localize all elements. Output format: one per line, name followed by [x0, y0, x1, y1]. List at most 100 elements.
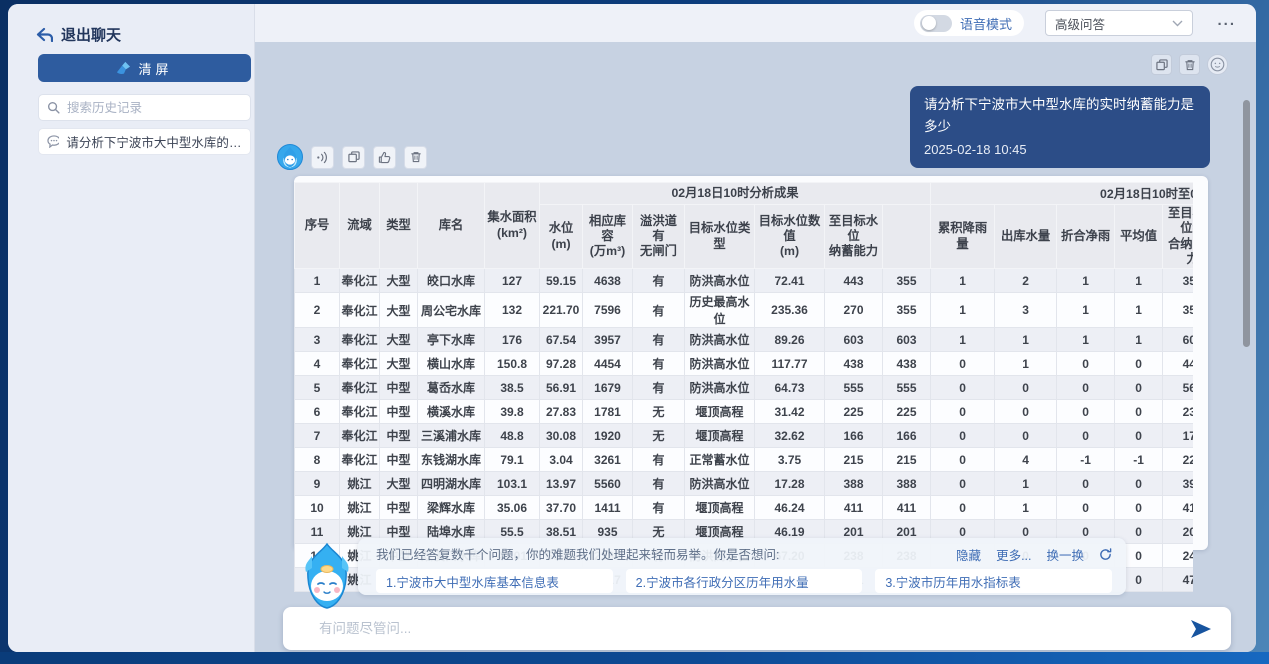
exit-chat-button[interactable]: 退出聊天	[36, 24, 121, 45]
assistant-persona-button[interactable]	[1207, 54, 1228, 75]
table-cell: 葛岙水库	[418, 376, 485, 400]
table-cell: 0	[1115, 352, 1163, 376]
suggestion-button-2[interactable]: 2.宁波市各行政分区历年用水量	[626, 569, 863, 593]
chat-area: 请分析下宁波市大中型水库的实时纳蓄能力是多少 2025-02-18 10:45	[255, 42, 1256, 652]
copy-chat-button[interactable]	[1151, 54, 1172, 75]
table-cell: 四明湖水库	[418, 472, 485, 496]
refresh-icon[interactable]	[1099, 548, 1112, 561]
clear-chat-trash-button[interactable]	[1179, 54, 1200, 75]
table-cell: 1	[931, 293, 995, 328]
table-cell: 30.08	[540, 424, 583, 448]
table-cell: 大型	[380, 293, 418, 328]
more-suggestions-link[interactable]: 更多...	[996, 545, 1031, 564]
table-cell: 1	[295, 269, 340, 293]
table-cell: 0	[931, 496, 995, 520]
table-cell: 有	[633, 376, 685, 400]
swap-suggestions-link[interactable]: 换一换	[1046, 545, 1084, 564]
table-cell: 1	[931, 328, 995, 352]
table-cell: 中型	[380, 376, 418, 400]
table-row: 3奉化江大型亭下水库17667.543957有防洪高水位89.266036031…	[295, 328, 1194, 352]
column-header: 目标水位类型	[685, 205, 755, 269]
table-cell: 3	[995, 293, 1057, 328]
suggestion-button-1[interactable]: 1.宁波市大中型水库基本信息表	[376, 569, 613, 593]
copy-answer-button[interactable]	[342, 146, 365, 169]
suggestion-button-3[interactable]: 3.宁波市历年用水指标表	[875, 569, 1112, 593]
chevron-down-icon	[1172, 20, 1183, 27]
table-cell: 46.24	[755, 496, 825, 520]
toggle-off-icon[interactable]	[920, 15, 952, 32]
table-cell: 3.75	[755, 448, 825, 472]
mascot-avatar	[298, 542, 356, 610]
app-window: 退出聊天 清屏 请分析下宁波市大中型水库的实时...	[8, 4, 1256, 652]
group-header-2: 02月18日10时至0	[931, 183, 1193, 205]
table-cell: 600	[1163, 328, 1193, 352]
history-item[interactable]: 请分析下宁波市大中型水库的实时...	[38, 128, 251, 155]
table-cell: 1	[1115, 293, 1163, 328]
table-cell: 438	[883, 352, 931, 376]
table-cell: 215	[825, 448, 883, 472]
table-cell: 0	[1057, 472, 1115, 496]
sidebar: 退出聊天 清屏 请分析下宁波市大中型水库的实时...	[8, 4, 255, 652]
column-header: 相应库容 (万m³)	[583, 205, 633, 269]
column-header: 流域	[340, 183, 380, 269]
table-cell: 270	[825, 293, 883, 328]
table-cell: 5560	[583, 472, 633, 496]
clear-screen-label: 清屏	[138, 59, 172, 78]
table-cell: 堰顶高程	[685, 496, 755, 520]
voice-mode-toggle[interactable]: 语音模式	[914, 10, 1024, 36]
table-cell: 1679	[583, 376, 633, 400]
table-cell: 443	[825, 269, 883, 293]
table-cell: 有	[633, 472, 685, 496]
table-cell: 555	[825, 376, 883, 400]
table-cell: 1	[995, 496, 1057, 520]
table-cell: 4454	[583, 352, 633, 376]
message-timestamp: 2025-02-18 10:45	[924, 139, 1196, 160]
table-cell: 117.77	[755, 352, 825, 376]
table-cell: 411	[883, 496, 931, 520]
table-cell: 350	[1163, 269, 1193, 293]
history-item-label: 请分析下宁波市大中型水库的实时...	[66, 132, 242, 151]
table-cell: 72.41	[755, 269, 825, 293]
hide-suggestions-link[interactable]: 隐藏	[956, 545, 981, 564]
table-cell: 2	[295, 293, 340, 328]
suggestion-buttons: 1.宁波市大中型水库基本信息表 2.宁波市各行政分区历年用水量 3.宁波市历年用…	[376, 569, 1112, 593]
column-header: 至目标水位 纳蓄能力	[825, 205, 883, 269]
more-menu-button[interactable]: ...	[1217, 12, 1236, 29]
delete-answer-button[interactable]	[404, 146, 427, 169]
clear-screen-button[interactable]: 清屏	[38, 54, 251, 82]
table-cell: 220	[1163, 448, 1193, 472]
table-cell: 1	[1057, 269, 1115, 293]
table-cell: 大型	[380, 328, 418, 352]
table-cell: 127	[485, 269, 540, 293]
table-cell: 奉化江	[340, 269, 380, 293]
thumbs-up-button[interactable]	[373, 146, 396, 169]
table-cell: 0	[1115, 376, 1163, 400]
suggestions-links: 隐藏 更多... 换一换	[956, 545, 1112, 564]
table-cell: 周公宅水库	[418, 293, 485, 328]
table-cell: 56.91	[540, 376, 583, 400]
table-cell: 11	[295, 520, 340, 544]
table-cell: 240	[1163, 544, 1193, 568]
table-cell: 79.1	[485, 448, 540, 472]
table-row: 5奉化江中型葛岙水库38.556.911679有防洪高水位64.73555555…	[295, 376, 1194, 400]
table-cell: 1	[1057, 328, 1115, 352]
table-cell: 35.06	[485, 496, 540, 520]
table-cell: 0	[1115, 472, 1163, 496]
main-area: 语音模式 高级问答 ...	[255, 4, 1256, 652]
table-cell: 132	[485, 293, 540, 328]
search-history-input[interactable]	[67, 101, 227, 115]
table-cell: 9	[295, 472, 340, 496]
table-cell: 0	[931, 448, 995, 472]
chat-scrollbar[interactable]	[1243, 100, 1250, 347]
chat-bubble-icon	[47, 135, 59, 148]
table-cell: 大型	[380, 269, 418, 293]
send-icon[interactable]	[1189, 619, 1213, 639]
question-input[interactable]	[319, 621, 1189, 636]
table-cell: 0	[995, 376, 1057, 400]
read-aloud-button[interactable]	[311, 146, 334, 169]
answer-mode-select[interactable]: 高级问答	[1045, 10, 1193, 36]
table-cell: 350	[1163, 293, 1193, 328]
suggestions-panel: 我们已经答复数千个问题，你的难题我们处理起来轻而易举。你是否想问: 隐藏 更多.…	[358, 538, 1126, 595]
table-row: 1奉化江大型皎口水库12759.154638有防洪高水位72.414433551…	[295, 269, 1194, 293]
table-cell: 有	[633, 352, 685, 376]
